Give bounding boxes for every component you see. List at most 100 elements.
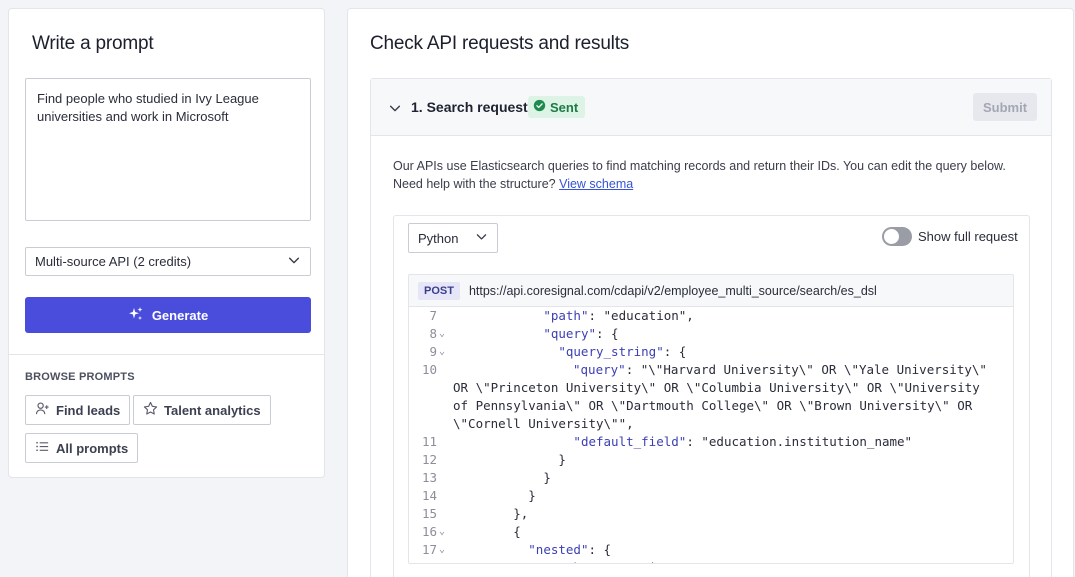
talent-analytics-button[interactable]: Talent analytics bbox=[133, 395, 271, 425]
fold-gutter bbox=[437, 505, 453, 523]
line-number: 13 bbox=[421, 470, 437, 485]
generate-label: Generate bbox=[151, 307, 209, 323]
code-text: } bbox=[453, 469, 551, 487]
code-line: 8 ⌄ "query": { bbox=[409, 325, 1013, 343]
language-select[interactable]: Python bbox=[408, 223, 498, 253]
chevron-down-icon bbox=[287, 253, 301, 270]
code-value: } bbox=[543, 470, 551, 485]
code-text: "default_field": "education.institution_… bbox=[453, 433, 912, 451]
prompt-textarea[interactable]: Find people who studied in Ivy League un… bbox=[25, 78, 311, 221]
code-value: } bbox=[558, 452, 566, 467]
search-request-card: 1. Search request Sent Submit Our APIs u… bbox=[370, 78, 1052, 577]
generate-button[interactable]: Generate bbox=[25, 297, 311, 333]
code-line: 11 "default_field": "education.instituti… bbox=[409, 433, 1013, 451]
code-value: { bbox=[513, 524, 521, 539]
view-schema-link[interactable]: View schema bbox=[559, 177, 633, 191]
code-key: "query" bbox=[573, 362, 626, 377]
prompt-panel: Write a prompt Find people who studied i… bbox=[8, 8, 325, 478]
code-line: 9 ⌄ "query_string": { bbox=[409, 343, 1013, 361]
code-key: "nested" bbox=[528, 542, 589, 557]
chip-label: Talent analytics bbox=[164, 402, 261, 418]
code-key: "query" bbox=[543, 326, 596, 341]
line-number: 7 bbox=[429, 308, 437, 323]
language-value: Python bbox=[418, 230, 459, 246]
code-card: Python Show full request POST https://ap… bbox=[393, 215, 1030, 577]
code-key: "default_field" bbox=[573, 434, 687, 449]
fold-gutter bbox=[437, 433, 453, 451]
code-text: } bbox=[453, 451, 566, 469]
toggle-label: Show full request bbox=[918, 229, 1018, 244]
source-select[interactable]: Multi-source API (2 credits) bbox=[25, 247, 311, 276]
sparkle-icon bbox=[128, 306, 144, 325]
chip-label: All prompts bbox=[56, 440, 129, 456]
code-line: 12 } bbox=[409, 451, 1013, 469]
request-url: https://api.coresignal.com/cdapi/v2/empl… bbox=[468, 283, 877, 298]
code-text: "query_string": { bbox=[453, 343, 686, 361]
fold-gutter bbox=[437, 361, 453, 433]
code-editor[interactable]: POST https://api.coresignal.com/cdapi/v2… bbox=[408, 274, 1014, 564]
chevron-down-icon bbox=[475, 230, 488, 246]
fold-gutter bbox=[437, 487, 453, 505]
line-number: 9 bbox=[429, 344, 437, 359]
find-leads-button[interactable]: Find leads bbox=[25, 395, 131, 425]
code-line: 15 }, bbox=[409, 505, 1013, 523]
code-value: : "education.institution_name" bbox=[686, 434, 913, 449]
line-number: 8 bbox=[429, 326, 437, 341]
panel-title: Write a prompt bbox=[32, 33, 154, 54]
line-number: 15 bbox=[421, 506, 437, 521]
code-value: : "education", bbox=[588, 308, 694, 323]
show-full-request-toggle[interactable] bbox=[882, 227, 912, 246]
code-text: "query": "\"Harvard University\" OR \"Ya… bbox=[453, 361, 998, 433]
chevron-down-icon[interactable] bbox=[388, 101, 402, 115]
code-line: 17 ⌄ "nested": { bbox=[409, 541, 1013, 559]
fold-gutter bbox=[437, 559, 453, 563]
status-badge: Sent bbox=[528, 96, 586, 118]
check-circle-icon bbox=[533, 99, 546, 115]
description-text: Our APIs use Elasticsearch queries to fi… bbox=[393, 159, 1006, 191]
user-plus-icon bbox=[35, 401, 50, 419]
fold-chevron-icon[interactable]: ⌄ bbox=[437, 343, 453, 361]
code-line: 10 "query": "\"Harvard University\" OR \"… bbox=[409, 361, 1013, 433]
code-value: } bbox=[528, 488, 536, 503]
code-text: { bbox=[453, 523, 521, 541]
code-value: : { bbox=[596, 326, 619, 341]
api-panel: Check API requests and results 1. Search… bbox=[347, 8, 1074, 577]
source-select-value: Multi-source API (2 credits) bbox=[35, 254, 192, 269]
request-header[interactable]: 1. Search request Sent Submit bbox=[371, 79, 1051, 136]
request-title: 1. Search request bbox=[411, 99, 528, 115]
request-url-bar: POST https://api.coresignal.com/cdapi/v2… bbox=[409, 275, 1013, 307]
line-number: 18 bbox=[409, 559, 437, 563]
fold-chevron-icon[interactable]: ⌄ bbox=[437, 541, 453, 559]
status-label: Sent bbox=[550, 99, 579, 115]
list-icon bbox=[35, 439, 50, 457]
line-number: 12 bbox=[421, 452, 437, 467]
all-prompts-button[interactable]: All prompts bbox=[25, 433, 139, 463]
fold-chevron-icon[interactable]: ⌄ bbox=[437, 523, 453, 541]
line-number: 14 bbox=[421, 488, 437, 503]
chip-label: Find leads bbox=[56, 402, 121, 418]
code-text: "path": "education", bbox=[453, 307, 694, 325]
code-value: : { bbox=[588, 542, 612, 557]
code-key: "path" bbox=[543, 560, 588, 563]
fold-gutter bbox=[437, 307, 453, 325]
fold-chevron-icon[interactable]: ⌄ bbox=[437, 325, 453, 343]
code-text: } bbox=[453, 487, 536, 505]
line-number: 16 bbox=[421, 524, 437, 539]
code-line: 7 "path": "education", bbox=[409, 307, 1013, 325]
code-value: : { bbox=[663, 344, 687, 359]
code-lines[interactable]: 7 "path": "education", 8 ⌄ "query": {9 ⌄ "q… bbox=[409, 307, 1013, 563]
http-method-badge: POST bbox=[418, 281, 460, 300]
code-value: }, bbox=[513, 506, 529, 521]
code-line: 16 ⌄ { bbox=[409, 523, 1013, 541]
code-line: 14 } bbox=[409, 487, 1013, 505]
star-icon bbox=[143, 401, 158, 419]
fold-gutter bbox=[437, 451, 453, 469]
line-number: 11 bbox=[421, 434, 437, 449]
code-value: : "\"Harvard University\" OR \"Yale Univ… bbox=[453, 362, 995, 431]
submit-button[interactable]: Submit bbox=[973, 93, 1037, 121]
code-value: : "experience", bbox=[588, 560, 701, 563]
code-text: "query": { bbox=[453, 325, 619, 343]
divider bbox=[9, 354, 324, 355]
code-line: 13 } bbox=[409, 469, 1013, 487]
request-description: Our APIs use Elasticsearch queries to fi… bbox=[393, 157, 1023, 193]
